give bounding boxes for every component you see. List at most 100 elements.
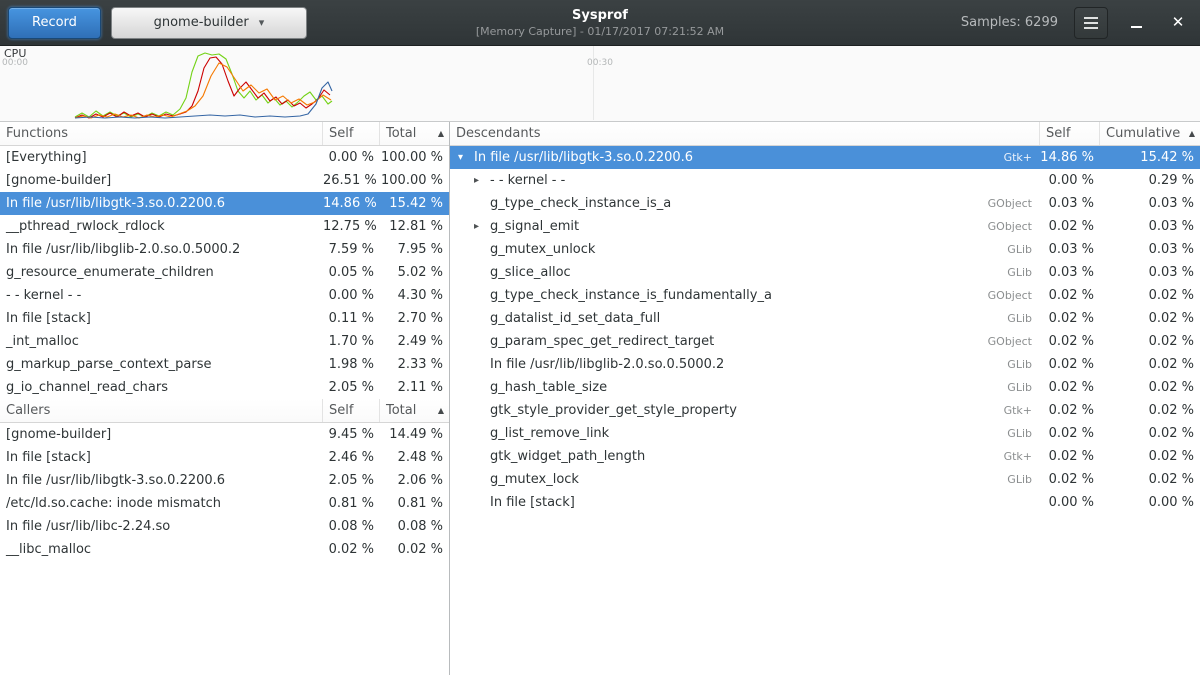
sort-indicator-icon: ▲: [438, 129, 444, 138]
table-row[interactable]: - - kernel - -0.00 %4.30 %: [0, 284, 449, 307]
descendant-name: g_hash_table_size: [490, 376, 1007, 399]
close-button[interactable]: ✕: [1164, 9, 1192, 37]
expander-closed-icon[interactable]: ▸: [474, 169, 490, 192]
column-header-functions[interactable]: Functions: [0, 122, 323, 145]
function-name: In file /usr/lib/libgtk-3.so.0.2200.6: [0, 192, 323, 215]
tree-row[interactable]: g_list_remove_linkGLib0.02 %0.02 %: [450, 422, 1200, 445]
cumulative-percent: 0.02 %: [1100, 330, 1200, 353]
library-category: GObject: [988, 330, 1040, 353]
sort-indicator-icon: ▲: [1189, 129, 1195, 138]
table-row[interactable]: In file /usr/lib/libglib-2.0.so.0.5000.2…: [0, 238, 449, 261]
cumulative-percent: 0.03 %: [1100, 192, 1200, 215]
table-row[interactable]: _int_malloc1.70 %2.49 %: [0, 330, 449, 353]
column-header-self[interactable]: Self: [323, 399, 380, 422]
descendant-name: g_signal_emit: [490, 215, 988, 238]
cumulative-percent: 0.02 %: [1100, 445, 1200, 468]
minimize-button[interactable]: [1122, 9, 1150, 37]
table-row[interactable]: [gnome-builder]9.45 %14.49 %: [0, 423, 449, 446]
library-category: GLib: [1007, 307, 1040, 330]
total-percent: 2.70 %: [380, 307, 449, 330]
hamburger-icon: [1084, 17, 1098, 29]
table-row[interactable]: In file /usr/lib/libc-2.24.so0.08 %0.08 …: [0, 515, 449, 538]
expander-open-icon[interactable]: ▾: [458, 146, 474, 169]
total-percent: 0.81 %: [380, 492, 449, 515]
descendants-table: ▾In file /usr/lib/libgtk-3.so.0.2200.6Gt…: [450, 146, 1200, 514]
tree-row[interactable]: g_mutex_unlockGLib0.03 %0.03 %: [450, 238, 1200, 261]
descendant-name-cell: g_type_check_instance_is_fundamentally_a…: [450, 284, 1040, 307]
descendant-name: gtk_widget_path_length: [490, 445, 1004, 468]
column-header-cumulative[interactable]: Cumulative ▲: [1100, 122, 1200, 145]
library-category: GLib: [1007, 468, 1040, 491]
tree-row[interactable]: gtk_widget_path_lengthGtk+0.02 %0.02 %: [450, 445, 1200, 468]
self-percent: 0.00 %: [323, 284, 380, 307]
tree-row[interactable]: g_datalist_id_set_data_fullGLib0.02 %0.0…: [450, 307, 1200, 330]
descendant-name-cell: ▾In file /usr/lib/libgtk-3.so.0.2200.6Gt…: [450, 146, 1040, 169]
callers-table: [gnome-builder]9.45 %14.49 %In file [sta…: [0, 423, 449, 561]
column-header-total[interactable]: Total ▲: [380, 122, 449, 145]
expander-closed-icon[interactable]: ▸: [474, 215, 490, 238]
self-percent: 0.03 %: [1040, 192, 1100, 215]
process-selector-dropdown[interactable]: gnome-builder ▾: [111, 7, 307, 39]
table-row[interactable]: __libc_malloc0.02 %0.02 %: [0, 538, 449, 561]
tree-row[interactable]: ▾In file /usr/lib/libgtk-3.so.0.2200.6Gt…: [450, 146, 1200, 169]
tree-row[interactable]: g_param_spec_get_redirect_targetGObject 0…: [450, 330, 1200, 353]
table-row[interactable]: __pthread_rwlock_rdlock12.75 %12.81 %: [0, 215, 449, 238]
tree-row[interactable]: g_mutex_lockGLib0.02 %0.02 %: [450, 468, 1200, 491]
table-row[interactable]: g_resource_enumerate_children0.05 %5.02 …: [0, 261, 449, 284]
table-row[interactable]: [Everything]0.00 %100.00 %: [0, 146, 449, 169]
table-row[interactable]: /etc/ld.so.cache: inode mismatch0.81 %0.…: [0, 492, 449, 515]
descendant-name: g_datalist_id_set_data_full: [490, 307, 1007, 330]
column-header-callers[interactable]: Callers: [0, 399, 323, 422]
total-percent: 14.49 %: [380, 423, 449, 446]
table-row[interactable]: In file /usr/lib/libgtk-3.so.0.2200.62.0…: [0, 469, 449, 492]
window-subtitle: [Memory Capture] - 01/17/2017 07:21:52 A…: [476, 25, 724, 38]
cumulative-percent: 0.29 %: [1100, 169, 1200, 192]
self-percent: 12.75 %: [323, 215, 380, 238]
chevron-down-icon: ▾: [259, 16, 265, 29]
tree-row[interactable]: g_hash_table_sizeGLib0.02 %0.02 %: [450, 376, 1200, 399]
tree-row[interactable]: g_type_check_instance_is_aGObject0.03 %0…: [450, 192, 1200, 215]
total-percent: 2.33 %: [380, 353, 449, 376]
column-header-total[interactable]: Total ▲: [380, 399, 449, 422]
self-percent: 7.59 %: [323, 238, 380, 261]
tree-row[interactable]: In file [stack]0.00 %0.00 %: [450, 491, 1200, 514]
function-name: [gnome-builder]: [0, 169, 323, 192]
self-percent: 26.51 %: [323, 169, 380, 192]
tree-row[interactable]: In file /usr/lib/libglib-2.0.so.0.5000.2…: [450, 353, 1200, 376]
self-percent: 0.02 %: [1040, 376, 1100, 399]
library-category: Gtk+: [1004, 146, 1040, 169]
function-name: In file /usr/lib/libc-2.24.so: [0, 515, 323, 538]
descendant-name: g_slice_alloc: [490, 261, 1007, 284]
table-row[interactable]: In file [stack]2.46 %2.48 %: [0, 446, 449, 469]
table-row[interactable]: g_io_channel_read_chars2.05 %2.11 %: [0, 376, 449, 399]
descendant-name: g_list_remove_link: [490, 422, 1007, 445]
tree-row[interactable]: ▸- - kernel - -0.00 %0.29 %: [450, 169, 1200, 192]
table-row[interactable]: g_markup_parse_context_parse1.98 %2.33 %: [0, 353, 449, 376]
tree-row[interactable]: gtk_style_provider_get_style_propertyGtk…: [450, 399, 1200, 422]
column-header-total-label: Total: [386, 126, 416, 141]
library-category: Gtk+: [1004, 445, 1040, 468]
total-percent: 5.02 %: [380, 261, 449, 284]
descendant-name-cell: g_param_spec_get_redirect_targetGObject: [450, 330, 1040, 353]
library-category: Gtk+: [1004, 399, 1040, 422]
cpu-usage-chart[interactable]: CPU 00:00 00:30: [0, 46, 1200, 122]
self-percent: 14.86 %: [323, 192, 380, 215]
table-row[interactable]: In file [stack]0.11 %2.70 %: [0, 307, 449, 330]
library-category: GObject: [988, 192, 1040, 215]
column-header-self[interactable]: Self: [1040, 122, 1100, 145]
column-header-self[interactable]: Self: [323, 122, 380, 145]
tree-row[interactable]: ▸g_signal_emitGObject0.02 %0.03 %: [450, 215, 1200, 238]
table-row[interactable]: In file /usr/lib/libgtk-3.so.0.2200.614.…: [0, 192, 449, 215]
table-row[interactable]: [gnome-builder]26.51 %100.00 %: [0, 169, 449, 192]
menu-button[interactable]: [1074, 7, 1108, 39]
function-name: __pthread_rwlock_rdlock: [0, 215, 323, 238]
self-percent: 2.46 %: [323, 446, 380, 469]
tree-row[interactable]: g_slice_allocGLib0.03 %0.03 %: [450, 261, 1200, 284]
chart-series-cpu-core-green: [75, 53, 332, 117]
cumulative-percent: 0.03 %: [1100, 215, 1200, 238]
tree-row[interactable]: g_type_check_instance_is_fundamentally_a…: [450, 284, 1200, 307]
column-header-descendants[interactable]: Descendants: [450, 122, 1040, 145]
minimize-icon: [1131, 26, 1142, 28]
record-button[interactable]: Record: [8, 7, 101, 39]
cumulative-percent: 0.02 %: [1100, 399, 1200, 422]
